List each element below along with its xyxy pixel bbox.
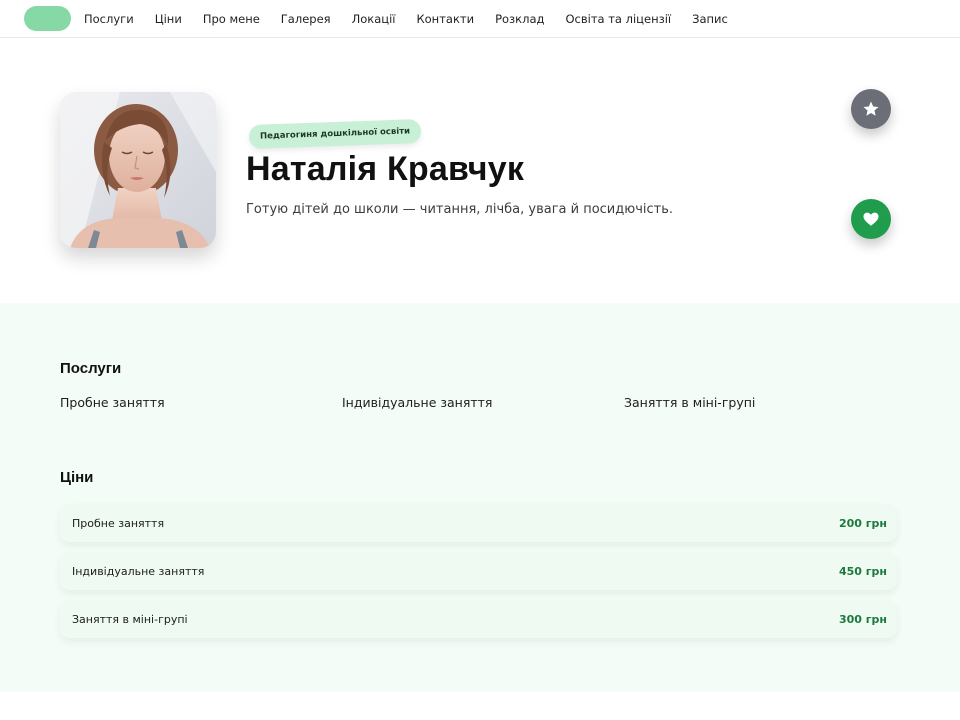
nav-item-schedule[interactable]: Розклад (495, 12, 544, 26)
hero-section: Педагогиня дошкільної освіти Наталія Кра… (0, 39, 960, 303)
nav-item-locations[interactable]: Локації (352, 12, 396, 26)
nav-item-education[interactable]: Освіта та ліцензії (565, 12, 671, 26)
avatar-photo (60, 92, 216, 248)
price-value: 450 грн (838, 564, 887, 578)
nav-home-pill[interactable] (24, 6, 71, 31)
service-item: Індивідуальне заняття (342, 395, 493, 410)
nav-item-booking[interactable]: Запис (692, 12, 728, 26)
price-label: Заняття в міні-групі (72, 612, 188, 626)
star-icon (863, 101, 879, 116)
nav-item-prices[interactable]: Ціни (155, 12, 182, 26)
page-title: Наталія Кравчук (246, 150, 525, 188)
content-section: Послуги Пробне заняття Індивідуальне зан… (0, 303, 960, 692)
favorite-star-button[interactable] (851, 89, 891, 129)
heart-icon (863, 212, 879, 226)
price-row: Заняття в міні-групі 300 грн (60, 600, 897, 638)
price-row: Пробне заняття 200 грн (60, 504, 897, 542)
price-row: Індивідуальне заняття 450 грн (60, 552, 897, 590)
price-label: Індивідуальне заняття (72, 564, 205, 578)
profession-badge: Педагогиня дошкільної освіти (248, 119, 422, 149)
nav-item-contacts[interactable]: Контакти (416, 12, 474, 26)
nav-item-gallery[interactable]: Галерея (281, 12, 331, 26)
service-item: Заняття в міні-групі (624, 395, 756, 410)
top-nav: Послуги Ціни Про мене Галерея Локації Ко… (0, 0, 960, 38)
price-value: 200 грн (838, 516, 887, 530)
price-value: 300 грн (838, 612, 887, 626)
avatar (60, 92, 216, 248)
price-label: Пробне заняття (72, 516, 165, 530)
nav-item-about[interactable]: Про мене (203, 12, 260, 26)
hero-tagline: Готую дітей до школи — читання, лічба, у… (246, 202, 673, 217)
service-item: Пробне заняття (60, 395, 165, 410)
like-heart-button[interactable] (851, 199, 891, 239)
prices-heading: Ціни (60, 469, 94, 486)
nav-item-services[interactable]: Послуги (84, 12, 134, 26)
services-heading: Послуги (60, 360, 122, 377)
